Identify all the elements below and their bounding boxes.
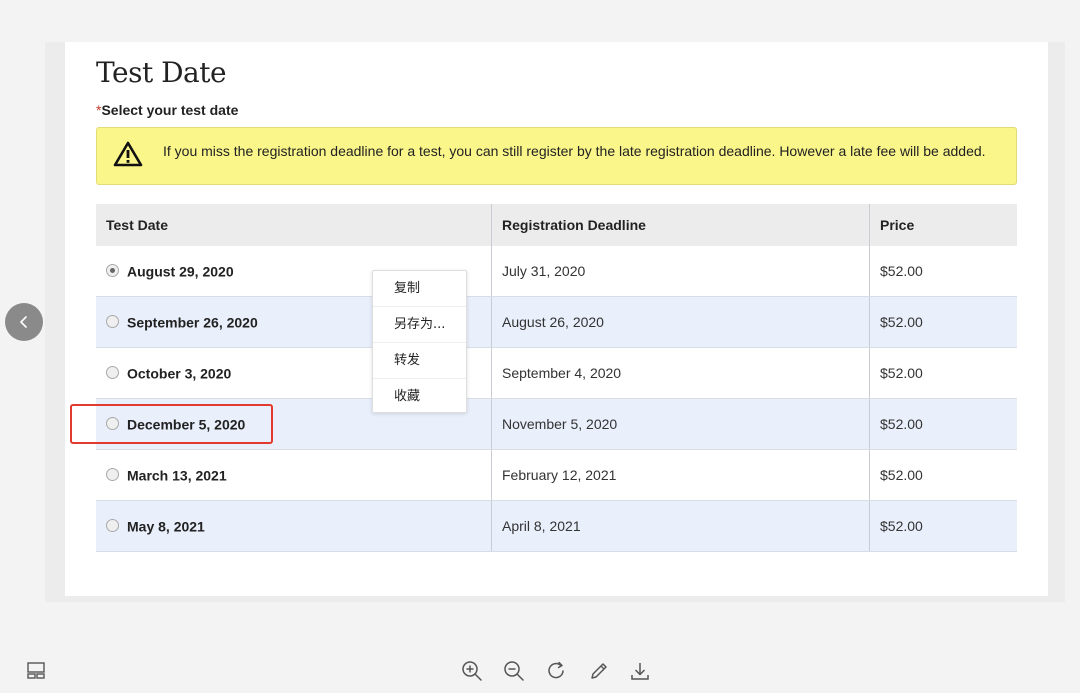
menu-item-forward[interactable]: 转发 [373,343,466,379]
rotate-button[interactable] [546,660,568,682]
test-date-label[interactable]: October 3, 2020 [127,366,231,382]
test-date-label[interactable]: March 13, 2021 [127,468,227,484]
layout-toggle-icon [27,662,45,679]
page-title: Test Date [96,56,227,89]
download-icon [631,663,649,680]
rotate-icon [548,661,564,679]
red-highlight-annotation [70,404,273,444]
table-row[interactable]: September 26, 2020 August 26, 2020 $52.0… [96,296,1017,348]
menu-item-copy[interactable]: 复制 [373,271,466,307]
deadline-cell: November 5, 2020 [491,398,870,450]
context-menu: 复制 另存为... 转发 收藏 [372,270,467,413]
test-date-cell[interactable]: May 8, 2021 [96,500,492,552]
price-cell: $52.00 [869,347,1017,399]
table-row[interactable]: October 3, 2020 September 4, 2020 $52.00 [96,347,1017,399]
test-date-label[interactable]: May 8, 2021 [127,519,205,535]
edit-button[interactable] [588,660,610,682]
header-price: Price [869,204,1017,246]
download-button[interactable] [629,660,651,682]
price-cell: $52.00 [869,246,1017,297]
test-date-label[interactable]: August 29, 2020 [127,264,234,280]
previous-image-button[interactable] [5,303,43,341]
table-row[interactable]: March 13, 2021 February 12, 2021 $52.00 [96,449,1017,501]
header-registration-deadline: Registration Deadline [491,204,870,246]
subtitle-text: Select your test date [101,102,239,118]
zoom-out-button[interactable] [503,660,525,682]
late-fee-alert: If you miss the registration deadline fo… [96,127,1017,185]
deadline-cell: August 26, 2020 [491,296,870,348]
deadline-cell: February 12, 2021 [491,449,870,501]
test-date-cell[interactable]: March 13, 2021 [96,449,492,501]
viewer-toolbar [0,660,1080,684]
date-radio[interactable] [106,366,119,380]
document-page: Test Date *Select your test date If you … [65,42,1048,596]
test-date-label[interactable]: September 26, 2020 [127,315,258,331]
price-cell: $52.00 [869,296,1017,348]
price-cell: $52.00 [869,500,1017,552]
menu-item-save-as[interactable]: 另存为... [373,307,466,343]
date-radio[interactable] [106,315,119,329]
section-subtitle: *Select your test date [96,102,238,118]
date-radio[interactable] [106,264,119,278]
zoom-in-icon [462,661,482,681]
menu-item-favorite[interactable]: 收藏 [373,379,466,414]
table-header-row: Test Date Registration Deadline Price [96,204,1017,246]
chevron-left-icon [20,316,27,328]
layout-toggle-button[interactable] [26,660,48,682]
table-row[interactable]: August 29, 2020 July 31, 2020 $52.00 [96,246,1017,297]
alert-text: If you miss the registration deadline fo… [163,143,986,159]
zoom-out-icon [504,661,524,681]
header-test-date: Test Date [96,204,492,246]
date-radio[interactable] [106,468,119,482]
zoom-in-button[interactable] [461,660,483,682]
warning-triangle-icon [113,141,143,167]
date-radio[interactable] [106,519,119,533]
table-row[interactable]: May 8, 2021 April 8, 2021 $52.00 [96,500,1017,552]
price-cell: $52.00 [869,398,1017,450]
deadline-cell: July 31, 2020 [491,246,870,297]
test-date-table: Test Date Registration Deadline Price Au… [96,204,1017,552]
deadline-cell: September 4, 2020 [491,347,870,399]
edit-icon [591,663,607,679]
deadline-cell: April 8, 2021 [491,500,870,552]
price-cell: $52.00 [869,449,1017,501]
